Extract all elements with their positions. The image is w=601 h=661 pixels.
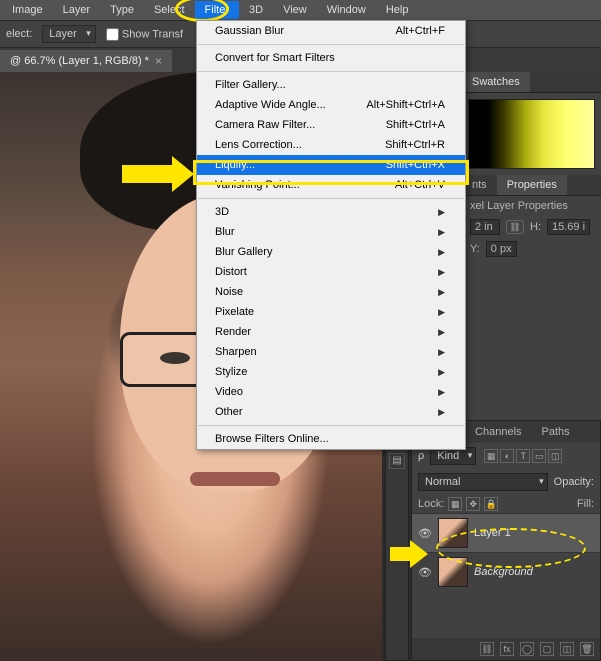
menu-item-blur-gallery[interactable]: Blur Gallery▶ bbox=[197, 242, 465, 262]
trash-icon[interactable]: 🗑 bbox=[580, 642, 594, 656]
menubar: ImageLayerTypeSelectFilter3DViewWindowHe… bbox=[0, 0, 601, 20]
submenu-arrow-icon: ▶ bbox=[438, 227, 445, 238]
properties-tab[interactable]: Properties bbox=[497, 175, 567, 195]
menu-item-gaussian-blur[interactable]: Gaussian BlurAlt+Ctrl+F bbox=[197, 21, 465, 41]
visibility-icon[interactable]: 👁 bbox=[418, 527, 432, 540]
submenu-arrow-icon: ▶ bbox=[438, 367, 445, 378]
lock-pixels-icon[interactable]: ▦ bbox=[448, 497, 462, 511]
smart-filter-icon: ◫ bbox=[548, 449, 562, 463]
swatches-tab[interactable]: Swatches bbox=[462, 72, 530, 92]
submenu-arrow-icon: ▶ bbox=[438, 407, 445, 418]
lock-all-icon[interactable]: 🔒 bbox=[484, 497, 498, 511]
filter-icons[interactable]: ▦◐T▭◫ bbox=[482, 449, 562, 463]
menu-item-sharpen[interactable]: Sharpen▶ bbox=[197, 342, 465, 362]
type-filter-icon: T bbox=[516, 449, 530, 463]
menu-window[interactable]: Window bbox=[317, 1, 376, 19]
menu-item-blur[interactable]: Blur▶ bbox=[197, 222, 465, 242]
menu-item-liquify[interactable]: Liquify...Shift+Ctrl+X bbox=[197, 155, 465, 175]
close-icon[interactable]: × bbox=[155, 54, 162, 68]
menu-item-distort[interactable]: Distort▶ bbox=[197, 262, 465, 282]
filter-menu: Gaussian BlurAlt+Ctrl+F Convert for Smart… bbox=[196, 20, 466, 450]
menu-item-lens-correction[interactable]: Lens Correction...Shift+Ctrl+R bbox=[197, 135, 465, 155]
menu-layer[interactable]: Layer bbox=[53, 1, 101, 19]
mask-icon[interactable]: ◯ bbox=[520, 642, 534, 656]
menu-item-camera-raw-filter[interactable]: Camera Raw Filter...Shift+Ctrl+A bbox=[197, 115, 465, 135]
menu-item-video[interactable]: Video▶ bbox=[197, 382, 465, 402]
adj-filter-icon: ◐ bbox=[500, 449, 514, 463]
annotation-arrow-layer bbox=[390, 540, 428, 568]
annotation-arrow-liquify bbox=[122, 156, 194, 192]
layer-combo[interactable]: Layer bbox=[42, 25, 96, 43]
link-icon[interactable]: ⛓ bbox=[506, 220, 524, 234]
menu-help[interactable]: Help bbox=[376, 1, 419, 19]
select-label: elect: bbox=[6, 28, 32, 40]
layers-bottom-bar: ⛓ fx ◯ ▢ ◫ 🗑 bbox=[412, 638, 600, 660]
submenu-arrow-icon: ▶ bbox=[438, 207, 445, 218]
submenu-arrow-icon: ▶ bbox=[438, 287, 445, 298]
menu-item-filter-gallery[interactable]: Filter Gallery... bbox=[197, 75, 465, 95]
folder-icon[interactable]: ▢ bbox=[540, 642, 554, 656]
tab-paths[interactable]: Paths bbox=[532, 421, 580, 443]
menu-item-pixelate[interactable]: Pixelate▶ bbox=[197, 302, 465, 322]
menu-item-3d[interactable]: 3D▶ bbox=[197, 202, 465, 222]
menu-item-stylize[interactable]: Stylize▶ bbox=[197, 362, 465, 382]
properties-title: xel Layer Properties bbox=[462, 196, 601, 216]
kind-icon: ρ bbox=[418, 450, 424, 462]
width-field[interactable]: 2 in bbox=[470, 219, 500, 235]
actions-icon[interactable]: ▤ bbox=[389, 453, 405, 469]
menu-item-convert-for-smart-filters[interactable]: Convert for Smart Filters bbox=[197, 48, 465, 68]
tab-channels[interactable]: Channels bbox=[465, 421, 531, 443]
menu-item-other[interactable]: Other▶ bbox=[197, 402, 465, 422]
adjustments-tab[interactable]: nts bbox=[462, 175, 497, 195]
menu-view[interactable]: View bbox=[273, 1, 317, 19]
menu-item-adaptive-wide-angle[interactable]: Adaptive Wide Angle...Alt+Shift+Ctrl+A bbox=[197, 95, 465, 115]
menu-item-noise[interactable]: Noise▶ bbox=[197, 282, 465, 302]
fx-icon[interactable]: fx bbox=[500, 642, 514, 656]
submenu-arrow-icon: ▶ bbox=[438, 327, 445, 338]
menu-3d[interactable]: 3D bbox=[239, 1, 273, 19]
submenu-arrow-icon: ▶ bbox=[438, 387, 445, 398]
height-field[interactable]: 15.69 i bbox=[547, 219, 590, 235]
y-field[interactable]: 0 px bbox=[486, 241, 517, 257]
submenu-arrow-icon: ▶ bbox=[438, 307, 445, 318]
submenu-arrow-icon: ▶ bbox=[438, 247, 445, 258]
pixel-filter-icon: ▦ bbox=[484, 449, 498, 463]
lock-position-icon[interactable]: ✥ bbox=[466, 497, 480, 511]
menu-image[interactable]: Image bbox=[2, 1, 53, 19]
shape-filter-icon: ▭ bbox=[532, 449, 546, 463]
menu-item-vanishing-point[interactable]: Vanishing Point...Alt+Ctrl+V bbox=[197, 175, 465, 195]
show-transform-checkbox[interactable]: Show Transf bbox=[106, 28, 183, 41]
menu-item-browse-filters-online[interactable]: Browse Filters Online... bbox=[197, 429, 465, 449]
link-layers-icon[interactable]: ⛓ bbox=[480, 642, 494, 656]
menu-type[interactable]: Type bbox=[100, 1, 144, 19]
menu-item-render[interactable]: Render▶ bbox=[197, 322, 465, 342]
annotation-oval-layer1 bbox=[436, 528, 586, 568]
blend-mode-combo[interactable]: Normal bbox=[418, 473, 548, 491]
swatches-gradient[interactable] bbox=[468, 99, 595, 169]
submenu-arrow-icon: ▶ bbox=[438, 347, 445, 358]
submenu-arrow-icon: ▶ bbox=[438, 267, 445, 278]
document-tab[interactable]: @ 66.7% (Layer 1, RGB/8) * × bbox=[0, 50, 172, 72]
new-layer-icon[interactable]: ◫ bbox=[560, 642, 574, 656]
